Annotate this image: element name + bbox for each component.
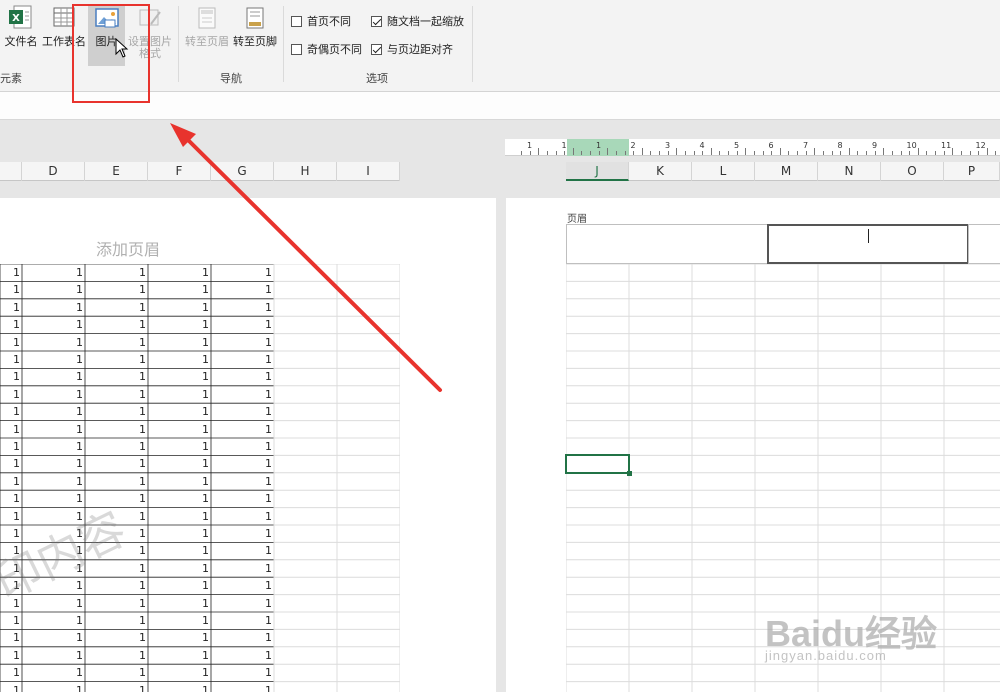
baidu-jingyan-url: jingyan.baidu.com [765,648,887,663]
annotation-arrow-icon [170,123,442,392]
